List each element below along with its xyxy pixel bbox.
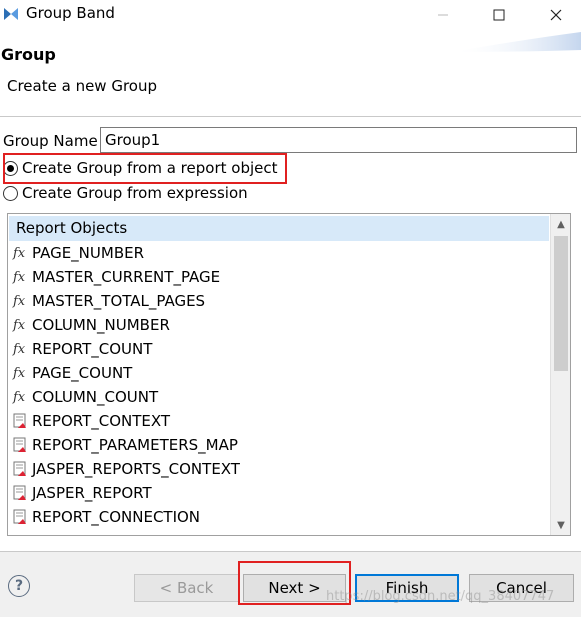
vertical-scrollbar[interactable]: ▲ ▼ bbox=[550, 214, 570, 535]
parameter-icon bbox=[13, 485, 26, 500]
list-item-label: PAGE_COUNT bbox=[32, 364, 133, 382]
minimize-icon bbox=[438, 14, 448, 16]
list-item[interactable]: fx COLUMN_COUNT bbox=[8, 385, 550, 409]
fx-icon: fx bbox=[13, 269, 26, 285]
page-title: Group bbox=[1, 45, 56, 64]
banner-decoration bbox=[451, 32, 581, 52]
list-item-label: REPORT_CONNECTION bbox=[32, 508, 201, 526]
parameter-icon bbox=[13, 461, 26, 476]
banner-divider bbox=[0, 116, 581, 117]
radio-expression-label: Create Group from expression bbox=[22, 184, 248, 202]
group-name-input[interactable] bbox=[100, 127, 577, 153]
list-item[interactable]: REPORT_PARAMETERS_MAP bbox=[8, 433, 550, 457]
list-item[interactable]: fx PAGE_NUMBER bbox=[8, 241, 550, 265]
list-item[interactable]: fx MASTER_CURRENT_PAGE bbox=[8, 265, 550, 289]
title-bar: Group Band bbox=[0, 0, 581, 30]
maximize-icon bbox=[493, 9, 505, 21]
list-items: fx PAGE_NUMBER fx MASTER_CURRENT_PAGE fx MAST… bbox=[8, 241, 550, 529]
list-item-label: COLUMN_COUNT bbox=[32, 388, 159, 406]
watermark: https://blog.csdn.net/qq_38407747 bbox=[326, 589, 555, 604]
list-item[interactable]: fx COLUMN_NUMBER bbox=[8, 313, 550, 337]
minimize-button[interactable] bbox=[420, 0, 466, 30]
list-item[interactable]: fx MASTER_TOTAL_PAGES bbox=[8, 289, 550, 313]
fx-icon: fx bbox=[13, 293, 26, 309]
back-button[interactable]: < Back bbox=[134, 574, 239, 602]
list-item-label: REPORT_PARAMETERS_MAP bbox=[32, 436, 238, 454]
parameter-icon bbox=[13, 413, 26, 428]
fx-icon: fx bbox=[13, 389, 26, 405]
annotation-highlight-box bbox=[3, 153, 287, 184]
scroll-up-arrow-icon[interactable]: ▲ bbox=[551, 214, 570, 234]
scrollbar-thumb[interactable] bbox=[554, 236, 568, 371]
list-item-label: REPORT_COUNT bbox=[32, 340, 153, 358]
group-name-label: Group Name bbox=[3, 132, 98, 150]
window-title: Group Band bbox=[26, 4, 115, 22]
radio-button-unchecked[interactable] bbox=[3, 185, 18, 201]
list-item-label: MASTER_TOTAL_PAGES bbox=[32, 292, 206, 310]
parameter-icon bbox=[13, 509, 26, 524]
help-icon[interactable]: ? bbox=[8, 575, 30, 597]
radio-expression[interactable]: Create Group from expression bbox=[3, 182, 248, 204]
list-item[interactable]: fx REPORT_COUNT bbox=[8, 337, 550, 361]
parameter-icon bbox=[13, 437, 26, 452]
app-icon bbox=[4, 8, 18, 20]
page-description: Create a new Group bbox=[7, 77, 158, 95]
list-item-label: JASPER_REPORTS_CONTEXT bbox=[32, 460, 240, 478]
list-item-label: JASPER_REPORT bbox=[32, 484, 152, 502]
list-item-label: REPORT_CONTEXT bbox=[32, 412, 171, 430]
close-icon bbox=[550, 9, 562, 21]
close-button[interactable] bbox=[533, 0, 579, 30]
list-item[interactable]: fx PAGE_COUNT bbox=[8, 361, 550, 385]
list-item-label: PAGE_NUMBER bbox=[32, 244, 145, 262]
wizard-banner: Group Create a new Group bbox=[0, 30, 581, 106]
list-header[interactable]: Report Objects bbox=[9, 216, 549, 241]
fx-icon: fx bbox=[13, 317, 26, 333]
list-item[interactable]: REPORT_CONNECTION bbox=[8, 505, 550, 529]
fx-icon: fx bbox=[13, 245, 26, 261]
list-item[interactable]: JASPER_REPORTS_CONTEXT bbox=[8, 457, 550, 481]
list-item-label: MASTER_CURRENT_PAGE bbox=[32, 268, 221, 286]
fx-icon: fx bbox=[13, 365, 26, 381]
list-item[interactable]: JASPER_REPORT bbox=[8, 481, 550, 505]
fx-icon: fx bbox=[13, 341, 26, 357]
maximize-button[interactable] bbox=[476, 0, 522, 30]
report-objects-list[interactable]: Report Objects fx PAGE_NUMBER fx MASTER_CUR… bbox=[7, 213, 571, 536]
list-item-label: COLUMN_NUMBER bbox=[32, 316, 170, 334]
scroll-down-arrow-icon[interactable]: ▼ bbox=[551, 515, 570, 535]
list-item[interactable]: REPORT_CONTEXT bbox=[8, 409, 550, 433]
